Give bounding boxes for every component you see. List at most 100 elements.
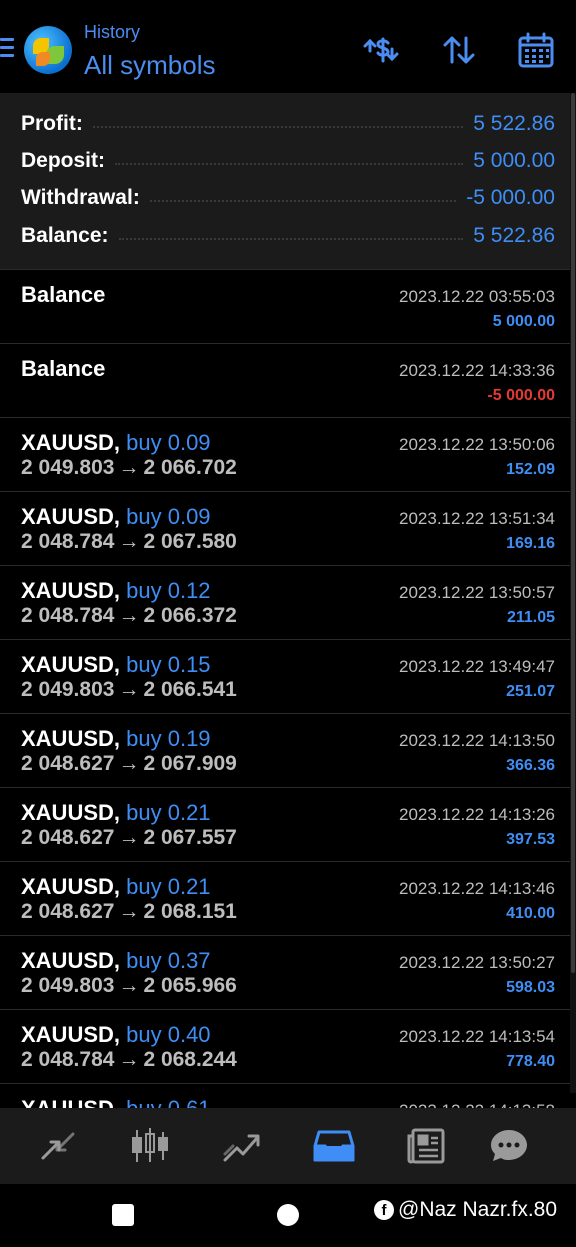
deal-row[interactable]: XAUUSD, buy 0.19 2 048.627 → 2 067.909 202… xyxy=(0,713,576,787)
deal-time: 2023.12.22 13:49:47 xyxy=(399,657,555,676)
deal-symbol-line: XAUUSD, buy 0.19 xyxy=(21,726,211,752)
deal-prices: 2 048.627 → 2 068.151 xyxy=(21,900,237,924)
deal-row[interactable]: XAUUSD, buy 0.09 2 048.784 → 2 067.580 202… xyxy=(0,491,576,565)
deal-profit: 251.07 xyxy=(506,683,555,700)
entry-amount: -5 000.00 xyxy=(487,387,555,404)
history-list[interactable]: Balance 2023.12.22 03:55:03 5 000.00 Bal… xyxy=(0,269,576,1109)
deal-time: 2023.12.22 13:50:27 xyxy=(399,953,555,972)
watermark-text: @Naz Nazr.fx.80 xyxy=(398,1198,558,1221)
metatrader-logo xyxy=(24,26,72,74)
deal-row[interactable]: XAUUSD, buy 0.12 2 048.784 → 2 066.372 202… xyxy=(0,565,576,639)
dotted-leader xyxy=(92,126,464,128)
deal-symbol-line: XAUUSD, buy 0.21 xyxy=(21,874,211,900)
deal-symbol-line: XAUUSD, buy 0.37 xyxy=(21,948,211,974)
entry-title: Balance xyxy=(21,282,106,307)
history-icon[interactable] xyxy=(311,1126,357,1166)
home-button[interactable] xyxy=(277,1204,299,1226)
withdrawal-label: Withdrawal: xyxy=(21,186,140,209)
close-price: 2 065.966 xyxy=(143,974,237,997)
close-price: 2 066.372 xyxy=(143,604,237,627)
scrollbar[interactable] xyxy=(570,93,576,1093)
deal-symbol: XAUUSD, xyxy=(21,652,121,677)
arrow-right-icon: → xyxy=(118,456,140,479)
deal-prices: 2 048.784 → 2 068.244 xyxy=(21,1048,237,1072)
deal-prices: 2 049.803 → 2 066.702 xyxy=(21,456,237,480)
sort-icon[interactable] xyxy=(439,30,479,70)
deal-prices: 2 048.627 → 2 067.909 xyxy=(21,752,237,776)
summary-deposit-row: Deposit: 5 000.00 xyxy=(21,144,555,178)
close-price: 2 067.909 xyxy=(143,752,237,775)
facebook-icon: f xyxy=(374,1200,394,1220)
deal-time: 2023.12.22 14:13:50 xyxy=(399,731,555,750)
open-price: 2 048.784 xyxy=(21,1048,115,1071)
deal-prices: 2 049.803 → 2 066.541 xyxy=(21,678,237,702)
profit-value: 5 522.86 xyxy=(473,112,555,135)
deal-symbol-line: XAUUSD, buy 0.12 xyxy=(21,578,211,604)
close-price: 2 067.580 xyxy=(143,530,237,553)
deal-row[interactable]: XAUUSD, buy 0.37 2 049.803 → 2 065.966 202… xyxy=(0,935,576,1009)
deal-symbol-line: XAUUSD, buy 0.21 xyxy=(21,800,211,826)
deal-time: 2023.12.22 13:50:06 xyxy=(399,435,555,454)
chart-icon[interactable] xyxy=(127,1126,173,1166)
bottom-tab-bar xyxy=(0,1108,576,1184)
deal-symbol: XAUUSD, xyxy=(21,430,121,455)
summary-profit-row: Profit: 5 522.86 xyxy=(21,107,555,141)
recents-button[interactable] xyxy=(112,1204,134,1226)
deal-symbol: XAUUSD, xyxy=(21,1022,121,1047)
deal-prices: 2 048.627 → 2 067.557 xyxy=(21,826,237,850)
trade-icon[interactable] xyxy=(219,1126,265,1166)
close-price: 2 067.557 xyxy=(143,826,237,849)
deal-side: buy 0.09 xyxy=(126,504,211,529)
dollar-exchange-icon[interactable] xyxy=(361,30,401,70)
deal-symbol-line: XAUUSD, buy 0.09 xyxy=(21,504,211,530)
news-icon[interactable] xyxy=(403,1126,449,1166)
arrow-right-icon: → xyxy=(118,974,140,997)
header-title[interactable]: All symbols xyxy=(84,50,215,81)
quotes-icon[interactable] xyxy=(35,1126,81,1166)
deal-symbol: XAUUSD, xyxy=(21,800,121,825)
balance-label: Balance: xyxy=(21,224,109,247)
close-price: 2 068.151 xyxy=(143,900,237,923)
deal-row[interactable]: XAUUSD, buy 0.21 2 048.627 → 2 068.151 202… xyxy=(0,861,576,935)
deal-row[interactable]: XAUUSD, buy 0.09 2 049.803 → 2 066.702 202… xyxy=(0,417,576,491)
deal-prices: 2 048.784 → 2 066.372 xyxy=(21,604,237,628)
deal-prices: 2 049.803 → 2 065.966 xyxy=(21,974,237,998)
deal-side: buy 0.09 xyxy=(126,430,211,455)
deal-symbol-line: XAUUSD, buy 0.15 xyxy=(21,652,211,678)
system-navigation-bar: f @Naz Nazr.fx.80 xyxy=(0,1184,576,1247)
deal-row[interactable]: XAUUSD, buy 0.15 2 049.803 → 2 066.541 202… xyxy=(0,639,576,713)
summary-balance-row: Balance: 5 522.86 xyxy=(21,219,555,253)
deal-row[interactable]: XAUUSD, buy 0.61 2023.12.22 14:13:58 xyxy=(0,1083,576,1109)
entry-time: 2023.12.22 03:55:03 xyxy=(399,287,555,306)
close-price: 2 066.702 xyxy=(143,456,237,479)
balance-entry-row[interactable]: Balance 2023.12.22 03:55:03 5 000.00 xyxy=(0,269,576,343)
balance-value: 5 522.86 xyxy=(473,224,555,247)
open-price: 2 049.803 xyxy=(21,456,115,479)
deal-symbol: XAUUSD, xyxy=(21,948,121,973)
deal-prices: 2 048.784 → 2 067.580 xyxy=(21,530,237,554)
scrollbar-thumb[interactable] xyxy=(571,93,575,973)
deal-side: buy 0.21 xyxy=(126,874,211,899)
header-subtitle: History xyxy=(84,22,141,42)
chat-icon[interactable] xyxy=(486,1126,532,1166)
deal-time: 2023.12.22 14:13:26 xyxy=(399,805,555,824)
app-header: History All symbols xyxy=(0,0,576,93)
summary-withdrawal-row: Withdrawal: -5 000.00 xyxy=(21,181,555,215)
entry-amount: 5 000.00 xyxy=(492,313,555,330)
arrow-right-icon: → xyxy=(118,678,140,701)
calendar-icon[interactable] xyxy=(516,30,556,70)
deal-symbol: XAUUSD, xyxy=(21,726,121,751)
deal-profit: 397.53 xyxy=(506,831,555,848)
deal-time: 2023.12.22 14:13:46 xyxy=(399,879,555,898)
arrow-right-icon: → xyxy=(118,604,140,627)
close-price: 2 068.244 xyxy=(143,1048,237,1071)
menu-icon[interactable] xyxy=(0,38,14,60)
open-price: 2 048.627 xyxy=(21,826,115,849)
deal-symbol-line: XAUUSD, buy 0.40 xyxy=(21,1022,211,1048)
deal-row[interactable]: XAUUSD, buy 0.40 2 048.784 → 2 068.244 202… xyxy=(0,1009,576,1083)
deal-profit: 598.03 xyxy=(506,979,555,996)
balance-entry-row[interactable]: Balance 2023.12.22 14:33:36 -5 000.00 xyxy=(0,343,576,417)
deal-row[interactable]: XAUUSD, buy 0.21 2 048.627 → 2 067.557 202… xyxy=(0,787,576,861)
deal-profit: 211.05 xyxy=(506,609,555,626)
profit-label: Profit: xyxy=(21,112,83,135)
